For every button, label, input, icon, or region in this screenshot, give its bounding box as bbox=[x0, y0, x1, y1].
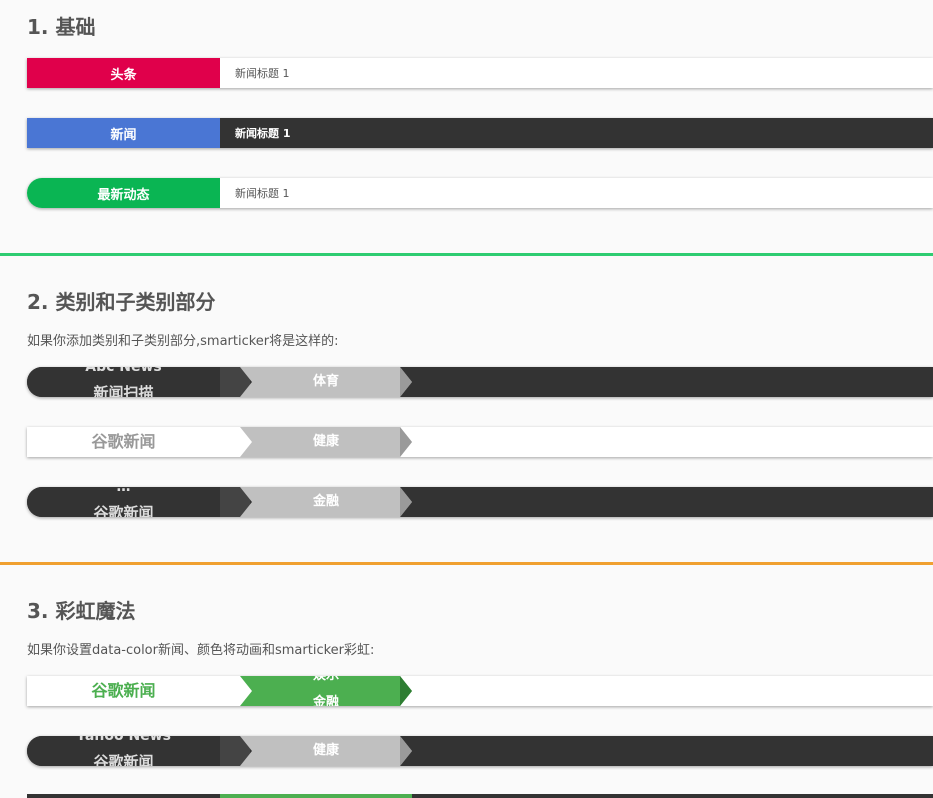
ticker-partial-bottom bbox=[27, 794, 933, 798]
ticker-category-label: 健康 bbox=[312, 743, 339, 758]
ticker-source: … 谷歌新闻 bbox=[27, 487, 220, 517]
ticker-source: Yahoo News 谷歌新闻 bbox=[27, 736, 220, 766]
section-divider bbox=[0, 253, 933, 256]
ticker-source: 谷歌新闻 bbox=[27, 676, 220, 706]
ticker-source-prev: … bbox=[116, 487, 131, 495]
ticker-category-next: 金融 bbox=[312, 695, 339, 706]
ticker-headline-link[interactable]: 新闻标题 1 bbox=[235, 118, 290, 148]
ticker-category[interactable]: 健康 bbox=[240, 736, 412, 766]
section-description: 如果你添加类别和子类别部分,smarticker将是这样的: bbox=[27, 334, 339, 349]
ticker-arrow bbox=[400, 736, 412, 766]
ticker-category-finance[interactable]: … 谷歌新闻 金融 bbox=[27, 487, 933, 517]
ticker-category-sports[interactable]: Abc News 新闻扫描 体育 bbox=[27, 367, 933, 397]
ticker-source-prev: Yahoo News bbox=[76, 736, 171, 744]
section-divider bbox=[0, 562, 933, 565]
ticker-latest[interactable]: 最新动态 新闻标题 1 bbox=[27, 178, 933, 208]
ticker-arrow bbox=[400, 676, 412, 706]
ticker-partial-category bbox=[220, 794, 412, 798]
ticker-arrow bbox=[400, 367, 412, 397]
ticker-category[interactable]: 健康 bbox=[240, 427, 412, 457]
ticker-category-label: 金融 bbox=[312, 494, 339, 509]
section-title-categories: 2. 类别和子类别部分 bbox=[27, 290, 216, 314]
ticker-category-label: 健康 bbox=[312, 434, 339, 449]
ticker-arrow bbox=[400, 487, 412, 517]
ticker-headlines[interactable]: 头条 新闻标题 1 bbox=[27, 58, 933, 88]
ticker-source-prev: Abc News bbox=[85, 367, 162, 375]
ticker-source-next: 谷歌新闻 bbox=[93, 504, 154, 517]
ticker-arrow bbox=[400, 427, 412, 457]
ticker-category-health[interactable]: 谷歌新闻 健康 bbox=[27, 427, 933, 457]
page: 1. 基础 头条 新闻标题 1 新闻 新闻标题 1 最新动态 新闻标题 1 2.… bbox=[0, 0, 933, 798]
section-title-rainbow: 3. 彩虹魔法 bbox=[27, 599, 136, 623]
ticker-headline-link[interactable]: 新闻标题 1 bbox=[235, 178, 290, 208]
ticker-category[interactable]: 金融 bbox=[240, 487, 412, 517]
ticker-source: Abc News 新闻扫描 bbox=[27, 367, 220, 397]
ticker-category[interactable]: 娱乐 金融 bbox=[240, 676, 412, 706]
ticker-source: 谷歌新闻 bbox=[27, 427, 220, 457]
ticker-source-label: 谷歌新闻 bbox=[91, 681, 156, 700]
ticker-source-next: 新闻扫描 bbox=[93, 384, 154, 397]
ticker-label: 最新动态 bbox=[27, 178, 220, 208]
ticker-rainbow-entertainment[interactable]: 谷歌新闻 娱乐 金融 bbox=[27, 676, 933, 706]
section-title-basics: 1. 基础 bbox=[27, 15, 96, 39]
ticker-source-label: 谷歌新闻 bbox=[91, 432, 156, 451]
ticker-headline-link[interactable]: 新闻标题 1 bbox=[235, 58, 290, 88]
ticker-category[interactable]: 体育 bbox=[240, 367, 412, 397]
ticker-rainbow-health[interactable]: Yahoo News 谷歌新闻 健康 bbox=[27, 736, 933, 766]
ticker-label: 新闻 bbox=[27, 118, 220, 148]
ticker-category-prev: 娱乐 bbox=[240, 676, 412, 685]
ticker-news[interactable]: 新闻 新闻标题 1 bbox=[27, 118, 933, 148]
ticker-source-next: 谷歌新闻 bbox=[93, 753, 154, 766]
ticker-label: 头条 bbox=[27, 58, 220, 88]
ticker-category-label: 体育 bbox=[312, 374, 339, 389]
section-description: 如果你设置data-color新闻、颜色将动画和smarticker彩虹: bbox=[27, 643, 375, 658]
